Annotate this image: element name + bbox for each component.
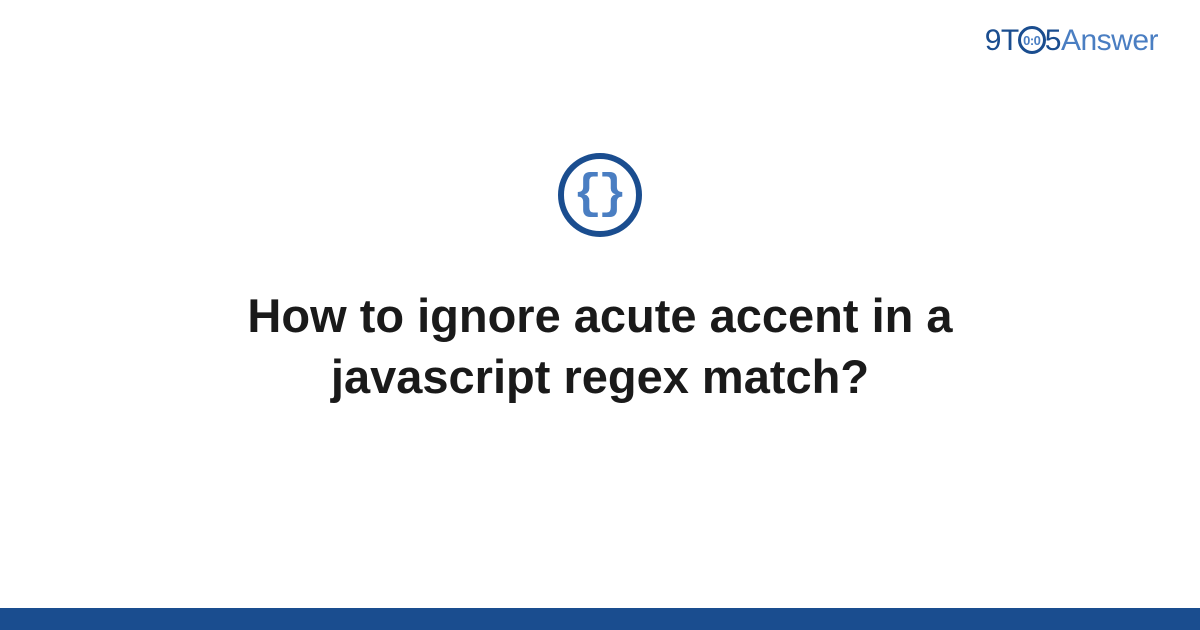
topic-icon-container: { } bbox=[558, 153, 642, 237]
footer-bar bbox=[0, 608, 1200, 630]
question-title: How to ignore acute accent in a javascri… bbox=[140, 285, 1060, 407]
main-content: { } How to ignore acute accent in a java… bbox=[0, 0, 1200, 630]
code-braces-icon: { } bbox=[558, 153, 642, 237]
right-brace: } bbox=[598, 171, 627, 219]
